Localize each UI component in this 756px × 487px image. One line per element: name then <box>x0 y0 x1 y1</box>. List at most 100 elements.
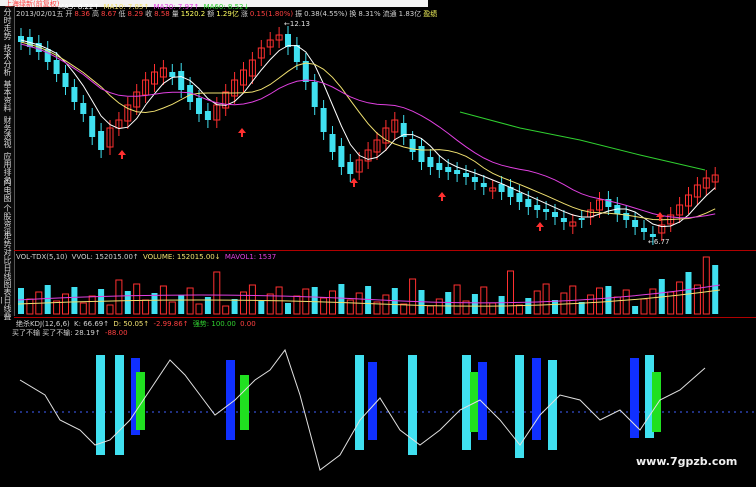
kdj-column <box>408 355 417 455</box>
candle-body <box>285 34 291 47</box>
candle-body <box>178 71 185 90</box>
candle-body <box>578 218 585 220</box>
candle-body <box>196 98 202 114</box>
volume-bar <box>515 304 523 315</box>
kdj-indicator <box>14 348 756 471</box>
ma-line <box>20 41 716 221</box>
kdj-column <box>630 358 639 438</box>
candle-body <box>427 157 434 167</box>
candle-body <box>480 183 487 187</box>
volume-bar <box>426 305 434 315</box>
kdj-column <box>470 372 479 432</box>
volume-bar <box>712 265 719 314</box>
kdj-column <box>136 372 145 430</box>
volume-bar <box>365 286 372 314</box>
volume-bar <box>18 288 24 314</box>
volume-bar <box>649 288 657 315</box>
volume-bar <box>409 278 417 315</box>
volume-bar <box>71 287 78 314</box>
buy-arrow-icon <box>536 222 544 231</box>
candle-body <box>338 146 345 167</box>
volume-bar <box>587 294 595 315</box>
volume-bar <box>613 296 621 315</box>
candle-body <box>623 213 630 220</box>
volume-bar <box>266 293 274 315</box>
ma-line <box>20 43 716 219</box>
candle-body <box>552 212 558 217</box>
candle-body <box>62 73 69 87</box>
candle-body <box>302 61 309 82</box>
candle-body <box>463 173 469 177</box>
kdj-column <box>226 360 235 440</box>
kdj-column <box>240 375 249 430</box>
candle-body <box>347 162 354 174</box>
candle-body <box>560 218 567 222</box>
volume-bar <box>320 297 328 315</box>
volume-bar <box>106 304 114 315</box>
candle-body <box>454 170 461 174</box>
candle-body <box>498 184 505 192</box>
volume-bar <box>435 298 443 315</box>
volume-bar <box>79 302 87 315</box>
volume-bar <box>702 256 710 315</box>
candle-body <box>534 205 541 210</box>
volume-bar <box>195 303 203 315</box>
volume-bar <box>471 294 478 314</box>
volume-bar <box>560 292 568 315</box>
candle-body <box>89 116 96 137</box>
volume-bar <box>124 291 131 314</box>
volume-bar <box>115 279 123 315</box>
volume-bar <box>222 305 230 315</box>
candle-body <box>471 177 478 182</box>
candle-body <box>80 103 87 114</box>
price-candles <box>18 26 719 245</box>
kdj-column <box>652 372 661 432</box>
volume-bar <box>685 272 692 314</box>
kdj-column <box>515 355 524 458</box>
volume-bar <box>676 281 684 315</box>
candle-body <box>204 111 211 120</box>
candle-body <box>641 228 647 232</box>
volume-bar <box>231 299 238 314</box>
chart-canvas <box>14 26 756 471</box>
volume-bar <box>311 287 318 314</box>
volume-bar <box>142 299 150 315</box>
volume-bar <box>622 289 630 315</box>
candle-body <box>632 220 639 227</box>
kdj-column <box>478 362 487 440</box>
candle-body <box>311 82 318 107</box>
kdj-column <box>368 362 377 440</box>
volume-bar <box>26 298 34 315</box>
volume-bar <box>552 300 558 314</box>
volume-bar <box>258 301 265 314</box>
buy-arrow-icon <box>350 178 358 187</box>
kdj-column <box>532 358 541 440</box>
volume-bar <box>178 295 185 314</box>
buy-arrow-icon <box>438 192 446 201</box>
buy-arrow-icon <box>118 150 126 159</box>
kdj-column <box>462 355 471 450</box>
candle-body <box>320 108 327 132</box>
volume-bar <box>213 271 221 315</box>
candle-body <box>71 87 78 102</box>
volume-bar <box>346 299 354 315</box>
volume-bar <box>338 284 345 314</box>
volume-bars <box>17 256 721 315</box>
volume-bar <box>507 270 514 315</box>
volume-bar <box>498 296 505 314</box>
volume-bar <box>400 303 408 315</box>
candle-body <box>543 209 550 212</box>
volume-bar <box>248 284 256 315</box>
volume-bar <box>525 298 532 314</box>
watermark-text: www.7gpzb.com <box>636 455 738 468</box>
candle-body <box>409 139 416 152</box>
kdj-column <box>355 355 364 450</box>
volume-bar <box>453 284 461 315</box>
candle-body <box>329 134 336 152</box>
volume-bar <box>640 298 648 315</box>
volume-bar <box>88 295 96 315</box>
volume-bar <box>151 293 158 314</box>
candle-body <box>53 60 60 74</box>
candle-body <box>98 131 105 150</box>
candle-body <box>525 199 532 207</box>
